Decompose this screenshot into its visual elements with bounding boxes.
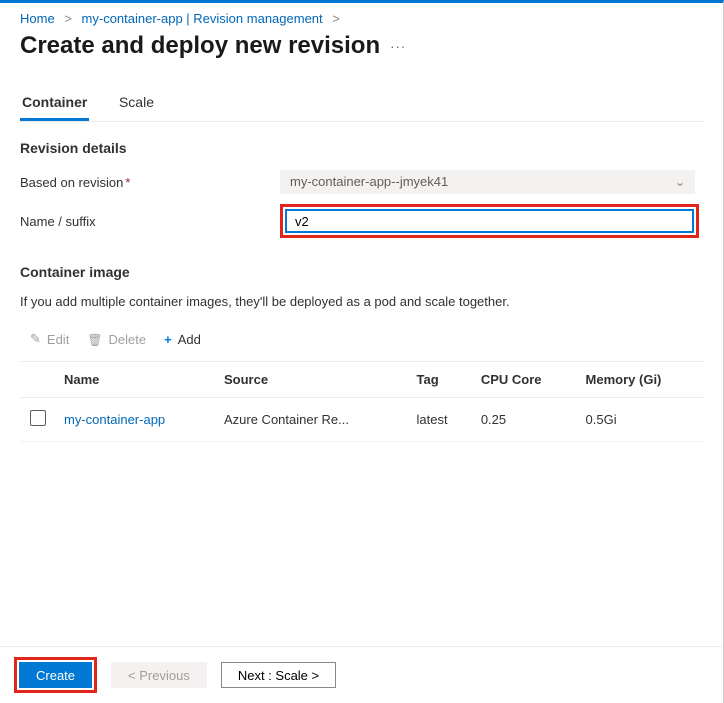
cell-source: Azure Container Re...	[216, 398, 409, 442]
create-button[interactable]: Create	[19, 662, 92, 688]
breadcrumb-home[interactable]: Home	[20, 11, 55, 26]
col-cpu: CPU Core	[473, 362, 578, 398]
cell-cpu: 0.25	[473, 398, 578, 442]
footer: Create < Previous Next : Scale >	[0, 646, 723, 703]
tab-scale[interactable]: Scale	[117, 88, 156, 118]
revision-details-heading: Revision details	[20, 140, 703, 156]
container-table: Name Source Tag CPU Core Memory (Gi) my-…	[20, 361, 703, 442]
previous-button: < Previous	[111, 662, 207, 688]
name-suffix-label: Name / suffix	[20, 214, 280, 229]
based-on-revision-label: Based on revision*	[20, 175, 280, 190]
col-name: Name	[56, 362, 216, 398]
tabs: Container Scale	[20, 88, 703, 122]
table-row: my-container-app Azure Container Re... l…	[20, 398, 703, 442]
edit-button[interactable]: Edit	[30, 331, 69, 347]
cell-tag: latest	[409, 398, 473, 442]
col-memory: Memory (Gi)	[578, 362, 703, 398]
next-button[interactable]: Next : Scale >	[221, 662, 336, 688]
row-checkbox[interactable]	[30, 410, 46, 426]
based-on-revision-select[interactable]: my-container-app--jmyek41	[280, 170, 695, 194]
pencil-icon	[30, 331, 41, 347]
delete-button[interactable]: Delete	[87, 332, 146, 347]
name-suffix-input[interactable]	[285, 209, 694, 233]
trash-icon	[87, 332, 102, 347]
add-button[interactable]: + Add	[164, 332, 201, 347]
cell-memory: 0.5Gi	[578, 398, 703, 442]
container-image-desc: If you add multiple container images, th…	[20, 294, 703, 309]
container-name-link[interactable]: my-container-app	[64, 412, 165, 427]
more-menu-icon[interactable]: ···	[390, 39, 406, 54]
breadcrumb: Home > my-container-app | Revision manag…	[20, 11, 703, 26]
col-tag: Tag	[409, 362, 473, 398]
container-image-heading: Container image	[20, 264, 703, 280]
chevron-right-icon: >	[64, 11, 72, 26]
tab-container[interactable]: Container	[20, 88, 89, 121]
plus-icon: +	[164, 332, 172, 347]
page-title: Create and deploy new revision	[20, 32, 380, 60]
col-source: Source	[216, 362, 409, 398]
breadcrumb-revision-mgmt[interactable]: my-container-app | Revision management	[82, 11, 323, 26]
chevron-right-icon: >	[332, 11, 340, 26]
